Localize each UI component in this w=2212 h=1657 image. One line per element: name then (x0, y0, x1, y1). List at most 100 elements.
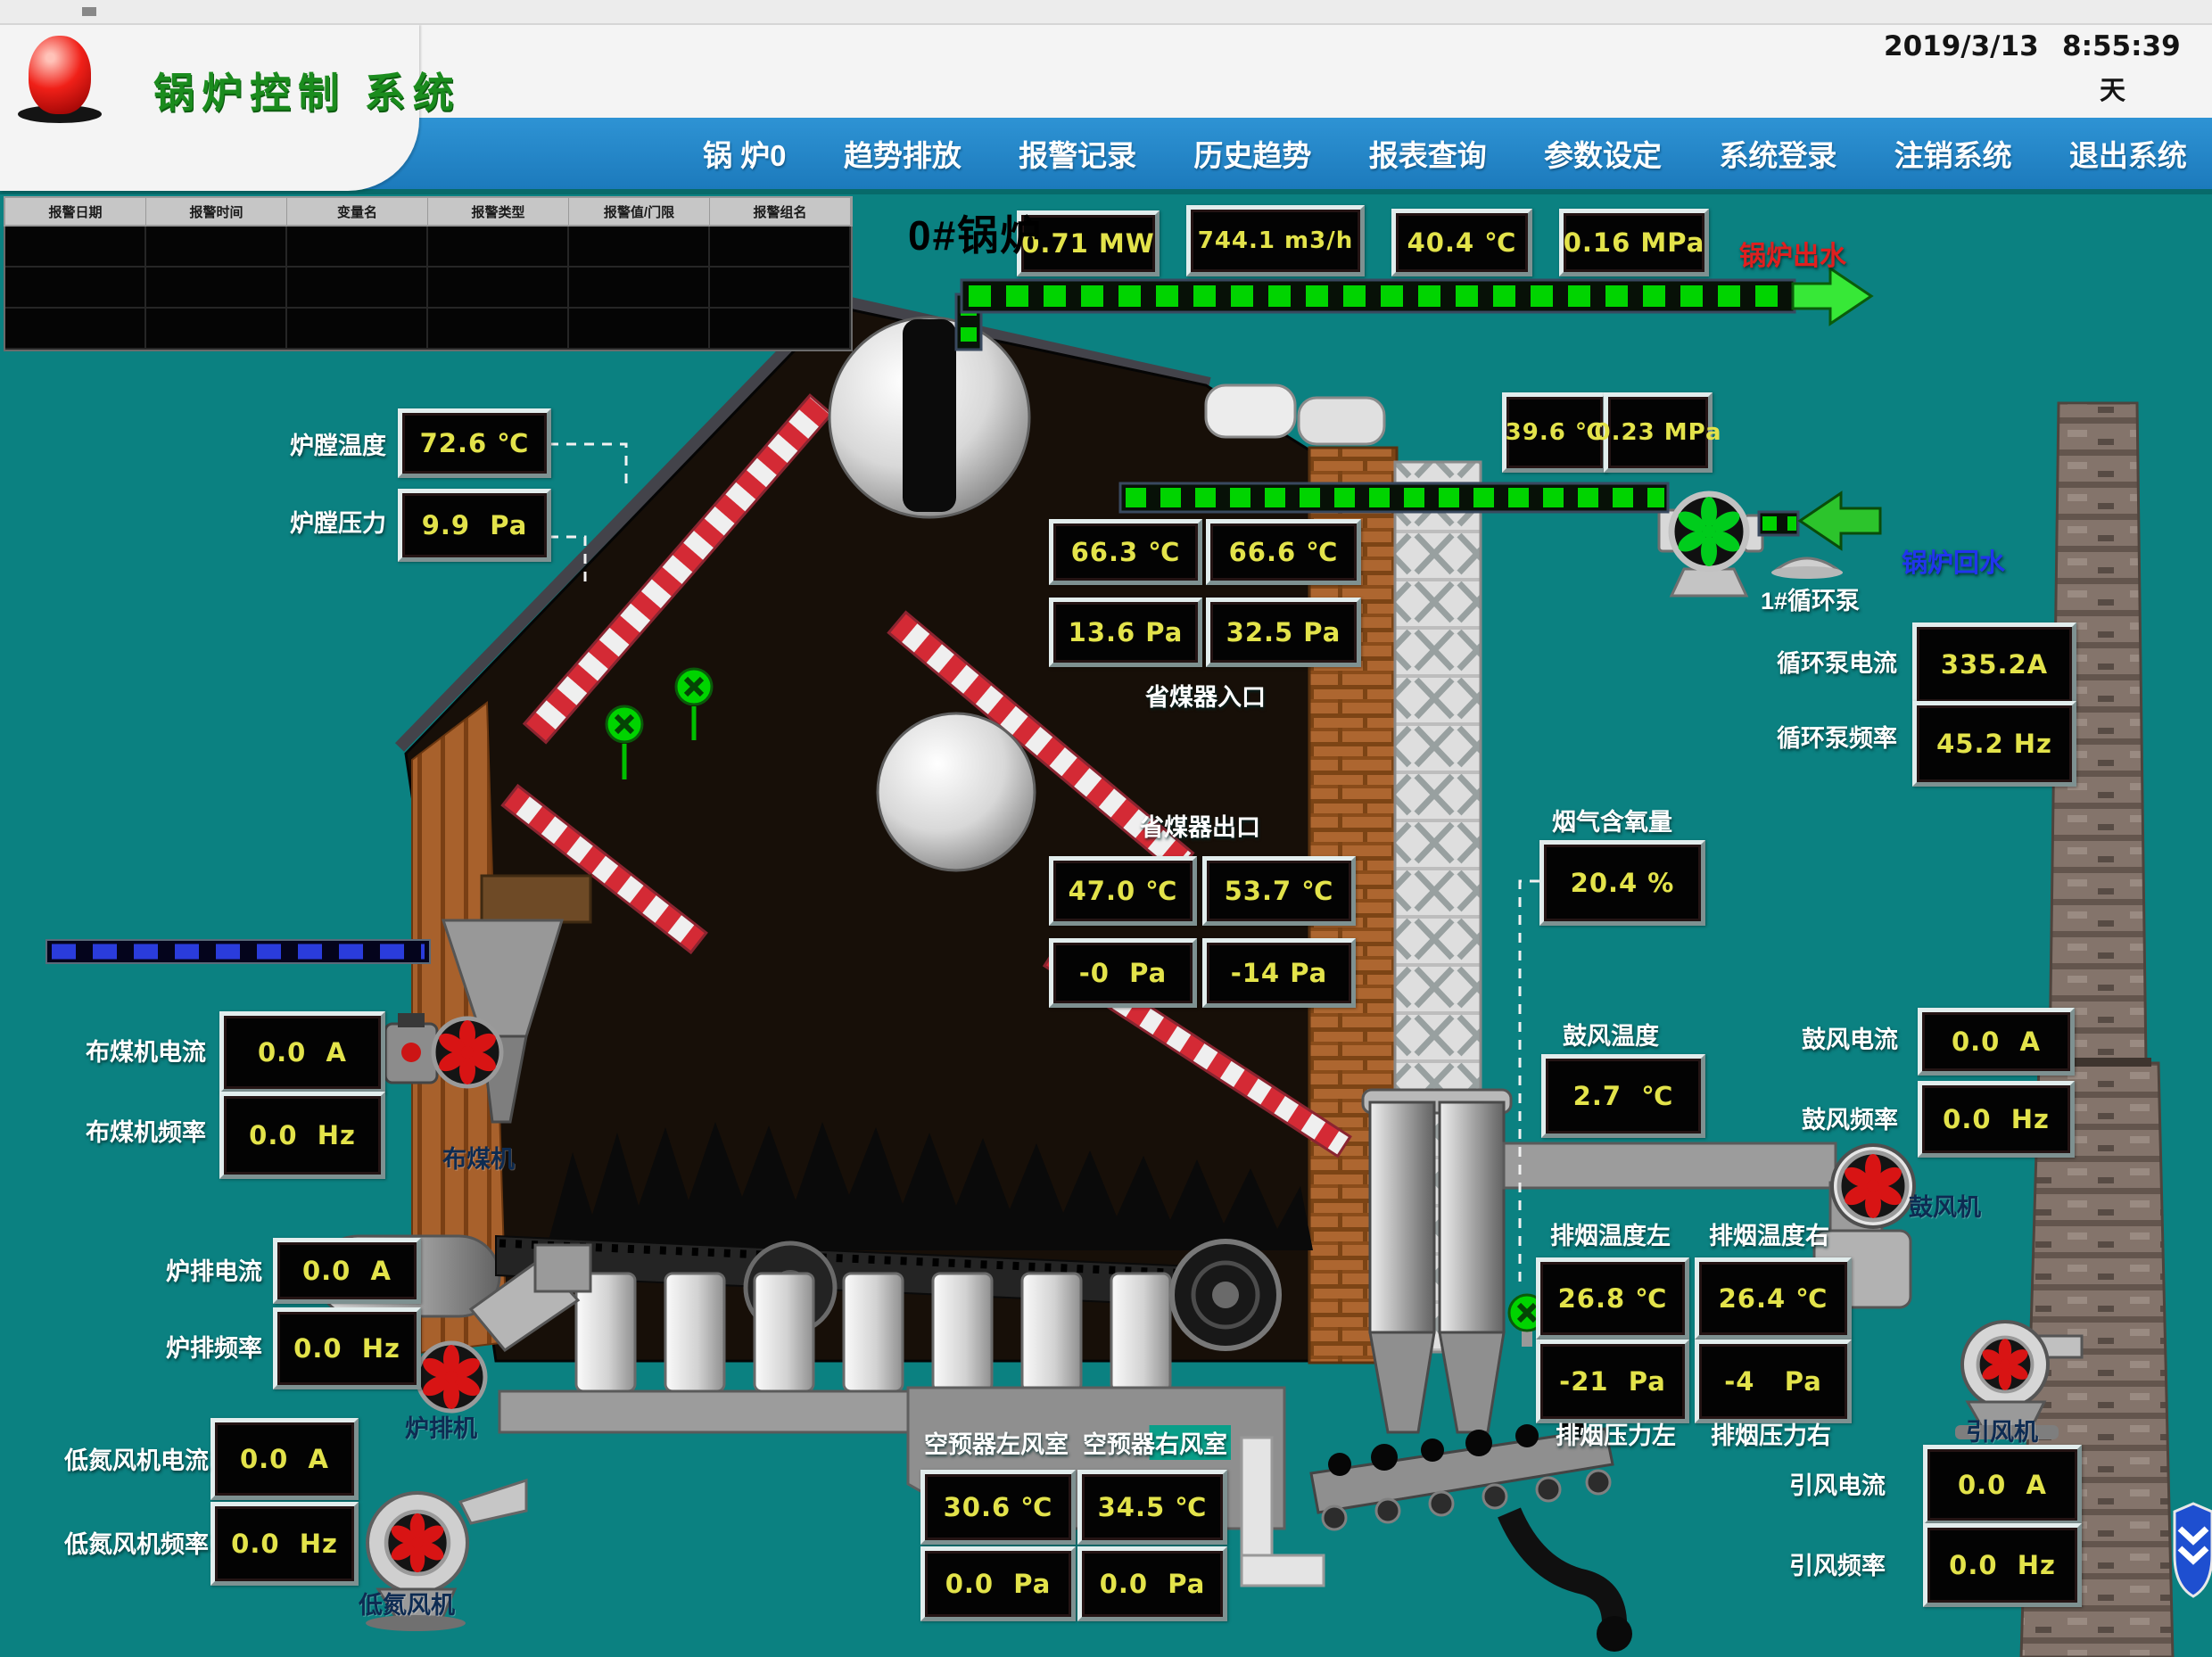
induced-freq-label: 引风频率 (1789, 1546, 1886, 1581)
alarm-table-header: 报警日期 报警时间 变量名 报警类型 报警值/门限 报警组名 (4, 196, 853, 227)
alarm-table[interactable]: 报警日期 报警时间 变量名 报警类型 报警值/门限 报警组名 (4, 196, 853, 351)
exhaust-temp-right-value: 26.4 ℃ (1695, 1257, 1852, 1340)
hmi-screen: 锅炉控制 系统 2019/3/13 8:55:39 天 锅 炉0 趋势排放 报警… (0, 0, 2212, 1657)
pump-current-label: 循环泵电流 (1777, 644, 1897, 679)
exhaust-temp-left-value: 26.8 ℃ (1536, 1257, 1689, 1340)
system-time: 8:55:39 (2062, 30, 2181, 62)
coal-feed-line (46, 940, 430, 963)
menu-item-logout[interactable]: 注销系统 (1894, 132, 2012, 175)
preheater-right-temp-value: 34.5 ℃ (1077, 1470, 1227, 1545)
eco-outlet-pa2-value: -14 Pa (1202, 938, 1356, 1008)
eco-inlet-temp1-value: 66.3 ℃ (1049, 519, 1202, 585)
eco-outlet-label: 省煤器出口 (1140, 808, 1260, 843)
flue-o2-value: 20.4 % (1539, 840, 1705, 926)
outlet-arrow-icon (1793, 268, 1871, 324)
furnace-pressure-value: 9.9 Pa (398, 489, 551, 562)
day-label: 天 (2100, 70, 2125, 107)
eco-outlet-temp2-value: 53.7 ℃ (1202, 856, 1356, 926)
eco-inlet-label: 省煤器入口 (1145, 678, 1266, 713)
lownox-current-label: 低氮风机电流 (64, 1441, 209, 1476)
grate-name-label: 炉排机 (405, 1409, 477, 1444)
pump-freq-value: 45.2 Hz (1912, 701, 2076, 787)
return-pressure-value: 0.23 MPa (1604, 392, 1713, 473)
window-control-icon[interactable] (82, 7, 96, 16)
circulation-pump-label: 1#循环泵 (1761, 581, 1860, 616)
page-title: 锅炉控制 系统 (153, 61, 461, 120)
menu-item-system-login[interactable]: 系统登录 (1719, 132, 1836, 175)
return-arrow-icon (1800, 493, 1880, 548)
menu-item-exit[interactable]: 退出系统 (2069, 132, 2187, 175)
shield-logo (2175, 1504, 2212, 1596)
boiler-outlet-temp-value: 40.4 ℃ (1391, 209, 1532, 276)
preheater-right-pa-value: 0.0 Pa (1077, 1546, 1227, 1621)
alarm-col-group: 报警组名 (710, 198, 851, 225)
feeder-current-value: 0.0 A (219, 1011, 385, 1093)
mud-drum (878, 713, 1035, 870)
menu-item-boiler0[interactable]: 锅 炉0 (703, 132, 787, 175)
induced-current-label: 引风电流 (1789, 1466, 1886, 1501)
blower-current-label: 鼓风电流 (1802, 1020, 1898, 1055)
flue-o2-label: 烟气含氧量 (1552, 803, 1672, 837)
furnace-temp-value: 72.6 ℃ (398, 408, 551, 478)
blower-name-label: 鼓风机 (1909, 1188, 1981, 1223)
valve-indicator-1[interactable] (607, 706, 642, 742)
grate-freq-label: 炉排频率 (166, 1329, 262, 1364)
menu-item-parameter-setting[interactable]: 参数设定 (1544, 132, 1662, 175)
induced-freq-value: 0.0 Hz (1923, 1523, 2082, 1607)
boiler-outlet-pressure-value: 0.16 MPa (1559, 209, 1709, 276)
exhaust-temp-left-label: 排烟温度左 (1550, 1216, 1671, 1251)
fan-housing (1172, 1241, 1279, 1348)
alarm-table-body[interactable] (4, 227, 853, 351)
alarm-col-date: 报警日期 (5, 198, 146, 225)
wind-boxes (576, 1274, 1170, 1391)
exhaust-temp-right-label: 排烟温度右 (1709, 1216, 1829, 1251)
exhaust-pressure-left-label: 排烟压力左 (1556, 1416, 1676, 1451)
exhaust-pa-left-value: -21 Pa (1536, 1340, 1689, 1423)
feeder-current-label: 布煤机电流 (86, 1033, 206, 1068)
menu-item-history-trend[interactable]: 历史趋势 (1193, 132, 1311, 175)
lownox-freq-value: 0.0 Hz (210, 1502, 359, 1586)
menu-item-trend-emission[interactable]: 趋势排放 (844, 132, 962, 175)
preheater-left-temp-value: 30.6 ℃ (920, 1470, 1076, 1545)
eco-inlet-temp2-value: 66.6 ℃ (1206, 519, 1361, 585)
furnace-pressure-label: 炉膛压力 (290, 504, 386, 539)
valve-indicator-2[interactable] (676, 669, 712, 705)
alarm-lamp-icon (29, 36, 91, 114)
supply-pipe (956, 268, 1871, 350)
feeder-freq-value: 0.0 Hz (219, 1092, 385, 1179)
eco-outlet-temp1-value: 47.0 ℃ (1049, 856, 1197, 926)
eco-outlet-pa1-value: -0 Pa (1049, 938, 1197, 1008)
system-date: 2019/3/13 (1884, 30, 2039, 62)
exhaust-pressure-right-label: 排烟压力右 (1711, 1416, 1831, 1451)
alarm-col-type: 报警类型 (428, 198, 569, 225)
grate-current-label: 炉排电流 (166, 1252, 262, 1287)
induced-fan-name-label: 引风机 (1966, 1413, 2038, 1447)
boiler-flow-value: 744.1 m3/h (1186, 205, 1365, 276)
feeder-name-label: 布煤机 (442, 1140, 515, 1175)
outlet-water-label: 锅炉出水 (1739, 234, 1846, 273)
blower-freq-value: 0.0 Hz (1918, 1081, 2075, 1158)
alarm-col-time: 报警时间 (146, 198, 287, 225)
blower-fan-icon[interactable] (1832, 1145, 1914, 1227)
return-water-label: 锅炉回水 (1902, 542, 2005, 580)
slag-conveyor (1311, 1416, 1632, 1652)
eco-inlet-pa1-value: 13.6 Pa (1049, 598, 1202, 667)
menu-item-alarm-log[interactable]: 报警记录 (1019, 132, 1136, 175)
blower-temp-value: 2.7 ℃ (1541, 1054, 1705, 1138)
header-curve: 锅炉控制 系统 (0, 23, 419, 191)
return-temp-value: 39.6 ℃ (1502, 392, 1607, 473)
lownox-freq-label: 低氮风机频率 (64, 1525, 209, 1560)
lownox-name-label: 低氮风机 (359, 1586, 455, 1620)
grate-current-value: 0.0 A (273, 1238, 421, 1304)
preheater-left-label: 空预器左风室 (924, 1425, 1069, 1460)
alarm-col-value-limit: 报警值/门限 (569, 198, 710, 225)
blower-current-value: 0.0 A (1918, 1008, 2075, 1076)
pump-current-value: 335.2A (1912, 622, 2076, 706)
coal-feeder-fan-icon[interactable] (433, 1018, 501, 1086)
grate-freq-value: 0.0 Hz (273, 1307, 421, 1389)
induced-current-value: 0.0 A (1923, 1445, 2082, 1525)
menu-item-report-query[interactable]: 报表查询 (1369, 132, 1487, 175)
feeder-freq-label: 布煤机频率 (86, 1113, 206, 1148)
boiler-name: 0#锅炉 (908, 203, 1043, 262)
preheater-left-pa-value: 0.0 Pa (920, 1546, 1076, 1621)
